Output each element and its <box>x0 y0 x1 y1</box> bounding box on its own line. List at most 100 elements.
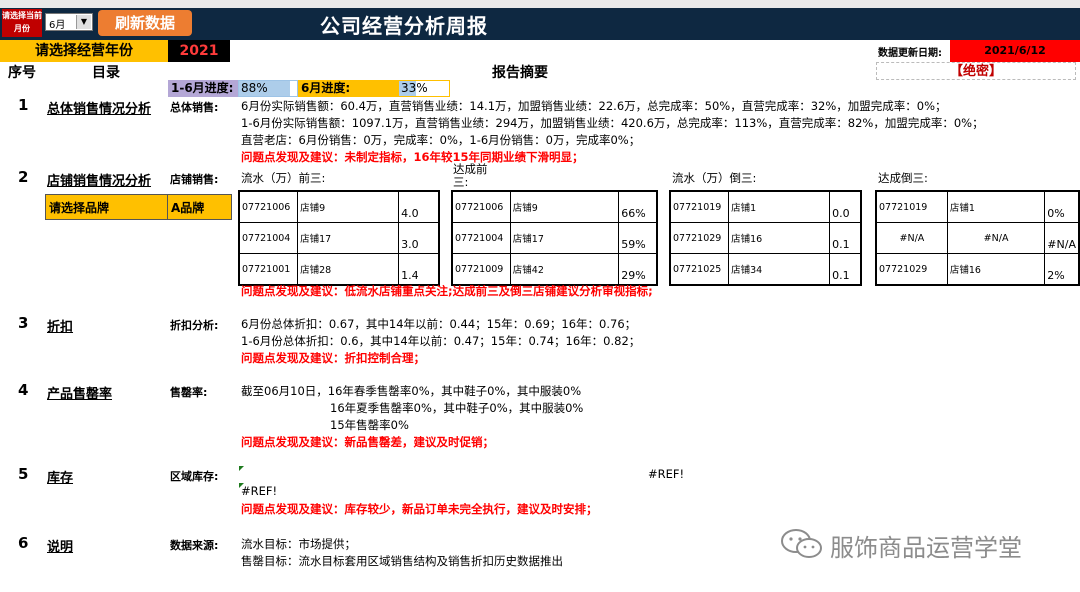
bottom-flow-cell[interactable]: 07721019 <box>669 190 730 223</box>
bottom-rate-row: #N/A #N/A #N/A <box>875 222 1080 254</box>
section-3-issue: 问题点发现及建议：折扣控制合理； <box>241 351 425 365</box>
bottom-rate-cell[interactable]: #N/A <box>875 222 948 254</box>
seq-header: 序号 <box>8 65 36 81</box>
top-rate-row: 07721006 店铺9 66% <box>451 190 658 223</box>
bottom-flow-cell[interactable]: 店铺16 <box>728 222 831 254</box>
top-rate-cell[interactable]: 07721004 <box>451 222 511 254</box>
top-rate-cell[interactable]: 店铺17 <box>509 222 620 254</box>
bottom-rate-title: 达成倒三: <box>878 171 928 185</box>
watermark-text: 服饰商品运营学堂 <box>830 534 1022 562</box>
top-flow-row: 07721004 店铺17 3.0 <box>238 222 440 254</box>
section-1-line-1: 6月份实际销售额：60.4万，直营销售业绩：14.1万，加盟销售业绩：22.6万… <box>241 99 947 113</box>
toc-header: 目录 <box>92 65 120 81</box>
top-rate-cell[interactable]: 店铺9 <box>509 190 620 223</box>
chevron-down-icon[interactable]: ▼ <box>76 15 91 29</box>
brand-select[interactable]: A品牌 <box>168 194 232 220</box>
bottom-flow-cell[interactable]: 0.1 <box>829 222 862 254</box>
section-2-sub: 店铺销售: <box>170 173 219 186</box>
top-flow-row: 07721001 店铺28 1.4 <box>238 253 440 286</box>
section-4-title[interactable]: 产品售罄率 <box>47 383 112 402</box>
section-1-title[interactable]: 总体销售情况分析 <box>47 98 151 117</box>
section-4-line-2: 16年夏季售罄率0%，其中鞋子0%，其中服装0% <box>330 401 584 415</box>
bottom-rate-row: 07721029 店铺16 2% <box>875 253 1080 286</box>
year-select[interactable]: 2021 <box>168 40 230 62</box>
section-5-sub: 区域库存: <box>170 470 219 483</box>
top-flow-cell[interactable]: 07721006 <box>238 190 299 223</box>
section-1-number: 1 <box>18 96 29 114</box>
section-1-issue: 问题点发现及建议：未制定指标，16年较15年同期业绩下滑明显； <box>241 150 584 164</box>
section-3-number: 3 <box>18 314 29 332</box>
section-5-number: 5 <box>18 465 29 483</box>
bottom-rate-cell[interactable]: 0% <box>1044 190 1080 223</box>
month-select-label: 请选择当前月份 <box>2 9 42 37</box>
month-progress-bar: 33% <box>398 80 450 97</box>
section-6-line-1: 流水目标：市场提供； <box>241 537 356 551</box>
bottom-flow-cell[interactable]: 07721025 <box>669 253 730 286</box>
section-4-line-1: 截至06月10日，16年春季售罄率0%，其中鞋子0%，其中服装0% <box>241 384 582 398</box>
top-flow-cell[interactable]: 07721004 <box>238 222 299 254</box>
report-title: 公司经营分析周报 <box>320 14 488 38</box>
section-4-issue: 问题点发现及建议：新品售罄差，建议及时促销； <box>241 435 494 449</box>
bottom-rate-cell[interactable]: 07721029 <box>875 253 948 286</box>
bottom-rate-cell[interactable]: 店铺16 <box>946 253 1046 286</box>
bottom-rate-cell[interactable]: 店铺1 <box>946 190 1046 223</box>
top-flow-cell[interactable]: 店铺17 <box>297 222 400 254</box>
section-2-issue: 问题点发现及建议：低流水店铺重点关注;达成前三及倒三店铺建议分析审视指标; <box>241 284 653 298</box>
section-1-line-3: 直营老店：6月份销售：0万，完成率：0%，1-6月份销售：0万，完成率0%； <box>241 133 641 147</box>
section-6-title[interactable]: 说明 <box>47 536 73 555</box>
bottom-rate-cell[interactable]: #N/A <box>1044 222 1080 254</box>
top-flow-cell[interactable]: 4.0 <box>398 190 440 223</box>
bottom-flow-cell[interactable]: 店铺1 <box>728 190 831 223</box>
bottom-flow-cell[interactable]: 0.1 <box>829 253 862 286</box>
bottom-flow-row: 07721029 店铺16 0.1 <box>669 222 862 254</box>
top-rate-row: 07721009 店铺42 29% <box>451 253 658 286</box>
section-6-number: 6 <box>18 534 29 552</box>
bottom-rate-cell[interactable]: 2% <box>1044 253 1080 286</box>
bottom-flow-cell[interactable]: 0.0 <box>829 190 862 223</box>
wechat-icon <box>781 529 822 558</box>
ytd-progress-value: 88% <box>241 81 268 95</box>
update-date-label: 数据更新日期: <box>878 48 942 59</box>
top-flow-cell[interactable]: 店铺9 <box>297 190 400 223</box>
top-rate-cell[interactable]: 07721006 <box>451 190 511 223</box>
top-rate-cell[interactable]: 店铺42 <box>509 253 620 286</box>
top-flow-cell[interactable]: 1.4 <box>398 253 440 286</box>
top-flow-table: 07721006 店铺9 4.0 07721004 店铺17 3.0 07721001 店铺2… <box>238 190 440 286</box>
month-select-value: 6月 <box>49 20 66 31</box>
bottom-flow-title: 流水（万）倒三: <box>672 171 757 185</box>
refresh-data-button[interactable]: 刷新数据 <box>98 10 192 36</box>
top-rate-row: 07721004 店铺17 59% <box>451 222 658 254</box>
top-rate-cell[interactable]: 59% <box>618 222 658 254</box>
top-flow-cell[interactable]: 3.0 <box>398 222 440 254</box>
error-flag-icon <box>239 466 244 471</box>
update-date-value: 2021/6/12 <box>950 40 1080 62</box>
top-rate-cell[interactable]: 29% <box>618 253 658 286</box>
bottom-flow-table: 07721019 店铺1 0.0 07721029 店铺16 0.1 07721025 店铺3… <box>669 190 862 286</box>
section-5-ref-right: #REF! <box>648 467 685 481</box>
top-rate-cell[interactable]: 66% <box>618 190 658 223</box>
section-3-title[interactable]: 折扣 <box>47 316 73 335</box>
bottom-rate-row: 07721019 店铺1 0% <box>875 190 1080 223</box>
section-5-title[interactable]: 库存 <box>47 467 73 486</box>
brand-select-label: 请选择品牌 <box>45 194 168 220</box>
bottom-rate-cell[interactable]: #N/A <box>946 222 1046 254</box>
ytd-progress-label: 1-6月进度: <box>168 80 238 97</box>
section-3-sub: 折扣分析: <box>170 319 219 332</box>
top-rate-title: 达成前三: <box>453 162 488 189</box>
month-select[interactable]: 6月 ▼ <box>45 13 93 31</box>
section-5-issue: 问题点发现及建议：库存较少，新品订单未完全执行，建议及时安排； <box>241 502 598 516</box>
top-flow-title: 流水（万）前三: <box>241 171 326 185</box>
bottom-flow-row: 07721019 店铺1 0.0 <box>669 190 862 223</box>
section-5-ref-left: #REF! <box>241 484 278 498</box>
bottom-flow-cell[interactable]: 07721029 <box>669 222 730 254</box>
section-1-line-2: 1-6月份实际销售额：1097.1万，直营销售业绩：294万，加盟销售业绩：42… <box>241 116 984 130</box>
top-flow-cell[interactable]: 店铺28 <box>297 253 400 286</box>
section-4-sub: 售罄率: <box>170 386 208 399</box>
section-1-sub: 总体销售: <box>170 101 219 114</box>
bottom-flow-cell[interactable]: 店铺34 <box>728 253 831 286</box>
month-progress-value: 33% <box>401 81 428 95</box>
bottom-rate-cell[interactable]: 07721019 <box>875 190 948 223</box>
section-2-title[interactable]: 店铺销售情况分析 <box>47 170 151 189</box>
top-flow-cell[interactable]: 07721001 <box>238 253 299 286</box>
top-rate-cell[interactable]: 07721009 <box>451 253 511 286</box>
